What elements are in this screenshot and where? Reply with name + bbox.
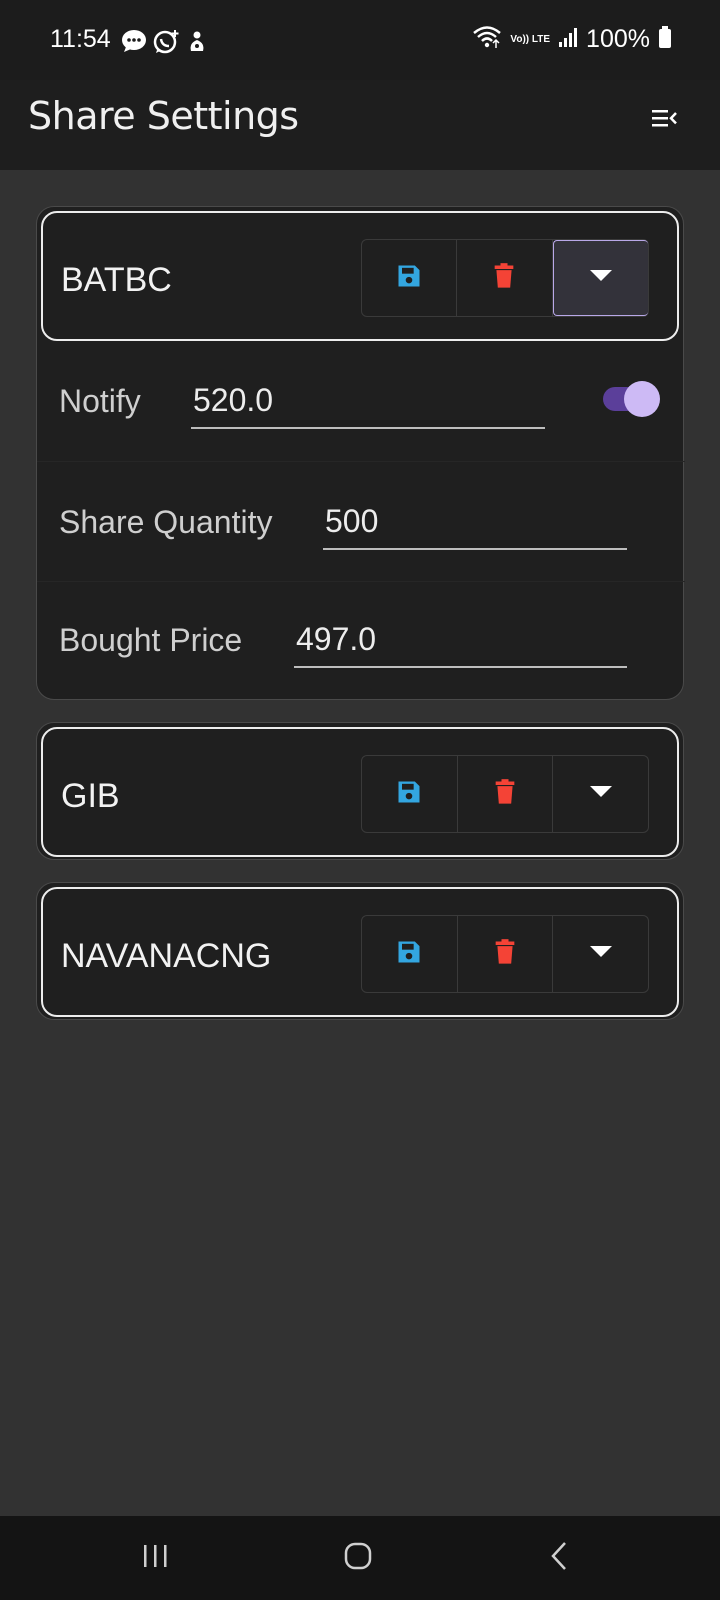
save-button[interactable] xyxy=(362,240,458,316)
price-input[interactable]: 497.0 xyxy=(294,618,627,668)
share-actions xyxy=(361,239,649,317)
home-icon xyxy=(342,1540,374,1577)
chevron-down-icon xyxy=(589,785,612,803)
navigation-bar xyxy=(0,1516,720,1600)
trash-icon xyxy=(493,778,517,811)
wifi-icon xyxy=(472,25,502,54)
back-button[interactable] xyxy=(530,1534,590,1582)
status-bar: 11:54 Vo)) LTE 100% xyxy=(0,0,720,80)
menu-collapse-icon xyxy=(650,107,678,134)
signal-icon xyxy=(558,26,578,53)
notification-icons xyxy=(121,28,207,59)
whatsapp-icon xyxy=(153,28,181,59)
expand-toggle-button[interactable] xyxy=(553,756,648,832)
share-actions xyxy=(361,915,649,993)
save-button[interactable] xyxy=(362,756,458,832)
recent-apps-button[interactable] xyxy=(125,1534,185,1582)
expand-toggle-button[interactable] xyxy=(552,240,648,316)
app-bar: Share Settings xyxy=(0,80,720,170)
price-row: Bought Price 497.0 xyxy=(37,581,685,701)
chat-bubble-icon xyxy=(121,29,147,58)
recent-apps-icon xyxy=(140,1542,170,1575)
share-name: NAVANACNG xyxy=(61,937,272,975)
trash-icon xyxy=(492,262,516,295)
notify-input[interactable]: 520.0 xyxy=(191,379,545,429)
share-card-batbc: BATBC Notify 520.0 Share Quantity 500 Bo… xyxy=(36,206,685,701)
expand-toggle-button[interactable] xyxy=(553,916,648,992)
notify-row: Notify 520.0 xyxy=(37,341,685,461)
price-label: Bought Price xyxy=(59,622,243,658)
app-notification-icon xyxy=(187,29,207,58)
back-icon xyxy=(548,1540,572,1577)
save-icon xyxy=(395,262,423,295)
chevron-down-icon xyxy=(589,945,612,963)
share-card-navanacng: NAVANACNG xyxy=(36,882,684,1020)
share-actions xyxy=(361,755,649,833)
share-card-header[interactable]: NAVANACNG xyxy=(41,887,679,1017)
battery-percentage: 100% xyxy=(586,25,650,53)
delete-button[interactable] xyxy=(457,240,553,316)
status-time: 11:54 xyxy=(50,25,111,53)
delete-button[interactable] xyxy=(458,756,554,832)
home-button[interactable] xyxy=(328,1534,388,1582)
share-card-header[interactable]: BATBC xyxy=(41,211,679,341)
delete-button[interactable] xyxy=(458,916,554,992)
chevron-down-icon xyxy=(589,269,612,287)
volte-icon: Vo)) LTE xyxy=(510,33,551,45)
share-card-header[interactable]: GIB xyxy=(41,727,679,857)
save-button[interactable] xyxy=(362,916,458,992)
menu-button[interactable] xyxy=(644,100,684,140)
quantity-label: Share Quantity xyxy=(59,504,273,540)
share-card-gib: GIB xyxy=(36,722,684,860)
quantity-row: Share Quantity 500 xyxy=(37,461,685,581)
save-icon xyxy=(395,778,423,811)
toggle-thumb xyxy=(624,381,660,417)
notify-toggle[interactable] xyxy=(601,381,660,417)
quantity-input[interactable]: 500 xyxy=(323,500,627,550)
trash-icon xyxy=(493,938,517,971)
share-name: GIB xyxy=(61,777,120,815)
save-icon xyxy=(395,938,423,971)
share-name: BATBC xyxy=(61,261,172,299)
battery-icon xyxy=(658,25,672,54)
notify-label: Notify xyxy=(59,383,141,419)
system-status: Vo)) LTE 100% xyxy=(472,25,672,54)
page-title: Share Settings xyxy=(28,94,299,138)
